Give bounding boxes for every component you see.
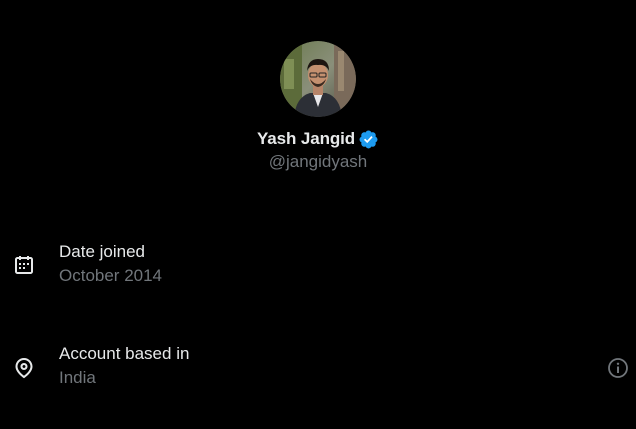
date-joined-label: Date joined (59, 242, 146, 261)
account-based-in-label: Account based in (59, 344, 190, 363)
display-name[interactable]: Yash Jangid (257, 129, 355, 149)
account-based-in-value: India (59, 368, 96, 387)
date-joined-row: Date joined October 2014 (0, 240, 636, 290)
username-handle: @jangidyash (268, 152, 368, 171)
calendar-icon (15, 256, 33, 274)
account-based-in-row: Account based in India (0, 342, 636, 392)
info-icon[interactable] (606, 356, 630, 380)
profile-header: Yash Jangid @jangidyash (0, 41, 636, 172)
name-row: Yash Jangid (257, 127, 379, 151)
avatar[interactable] (280, 41, 356, 117)
verified-badge-icon[interactable] (358, 129, 379, 150)
location-pin-icon (15, 358, 33, 379)
date-joined-value: October 2014 (59, 266, 163, 285)
